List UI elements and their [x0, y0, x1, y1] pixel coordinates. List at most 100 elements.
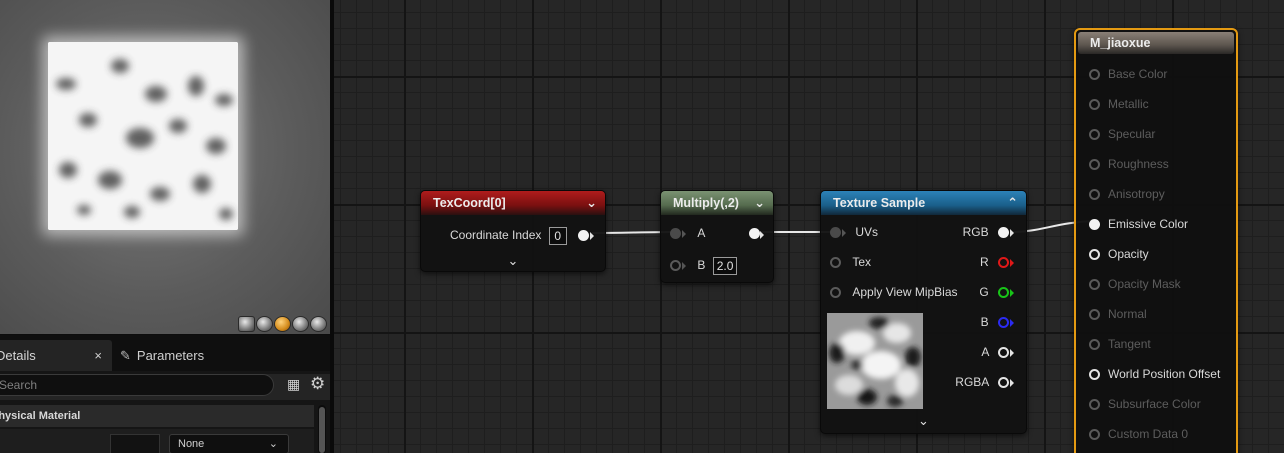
- output-r-label: R: [979, 255, 989, 269]
- result-pin-label: Roughness: [1108, 157, 1169, 171]
- coordinate-index-value[interactable]: 0: [548, 226, 567, 245]
- multiply-input-b-row: B 2.0: [670, 255, 738, 275]
- details-scrollbar[interactable]: [318, 405, 326, 453]
- output-a-row: A: [981, 342, 1014, 362]
- chevron-down-icon[interactable]: ⌄: [754, 191, 765, 215]
- details-panel: Details × ✎ Parameters Search ▦ ⚙ Physic…: [0, 334, 330, 453]
- result-pin-row: Specular: [1089, 124, 1155, 144]
- result-pin-row: Tangent: [1089, 334, 1151, 354]
- output-pin-a[interactable]: [998, 347, 1009, 359]
- input-a-label: A: [697, 226, 706, 240]
- sphere-icon[interactable]: [256, 316, 273, 332]
- scrollbar-thumb[interactable]: [319, 407, 325, 453]
- table-view-icon[interactable]: ▦: [287, 377, 301, 391]
- result-pin-row: Custom Data 0: [1089, 424, 1188, 444]
- result-pin-label: Specular: [1108, 127, 1156, 141]
- input-pin-uvs[interactable]: [830, 227, 841, 239]
- multiply-output-pin[interactable]: [749, 228, 760, 239]
- teapot-icon[interactable]: [310, 316, 327, 332]
- result-pin-row: Opacity: [1089, 244, 1149, 264]
- output-b-label: B: [980, 315, 989, 329]
- material-preview-viewport[interactable]: [0, 0, 330, 334]
- output-g-label: G: [979, 285, 989, 299]
- output-pin-r[interactable]: [998, 257, 1009, 269]
- output-arrow-icon: [1010, 258, 1014, 267]
- texture-thumbnail[interactable]: [827, 313, 923, 409]
- input-pin[interactable]: [1089, 129, 1100, 141]
- input-b-value[interactable]: 2.0: [712, 256, 738, 275]
- material-graph-canvas[interactable]: TexCoord[0] ⌄ Coordinate Index 0 ⌄ Multi…: [334, 0, 1284, 453]
- result-pin-label: Metallic: [1108, 97, 1149, 111]
- expand-chevron-icon[interactable]: ⌄: [821, 413, 1026, 429]
- section-physical-material[interactable]: Physical Material: [0, 405, 314, 427]
- asset-thumbnail[interactable]: [110, 434, 160, 453]
- output-rgb-label: RGB: [962, 225, 989, 239]
- cylinder-icon[interactable]: [238, 316, 255, 332]
- node-result-header[interactable]: M_jiaoxue: [1078, 32, 1234, 54]
- input-tex-label: Tex: [852, 255, 872, 269]
- result-pin-row: Subsurface Color: [1089, 394, 1201, 414]
- node-texture-sample-title: Texture Sample: [833, 196, 926, 210]
- result-pin-label: Opacity Mask: [1108, 277, 1181, 291]
- result-pin-label: Tangent: [1108, 337, 1151, 351]
- input-pin[interactable]: [1089, 399, 1100, 411]
- chevron-down-icon[interactable]: ⌄: [586, 191, 597, 215]
- output-pin-rgba[interactable]: [998, 377, 1009, 389]
- input-pin[interactable]: [1089, 159, 1100, 171]
- output-pin[interactable]: [578, 230, 590, 242]
- input-pin[interactable]: [1089, 369, 1100, 381]
- property-row: None ⌄: [0, 429, 314, 453]
- preview-shape-toolbar: [238, 316, 327, 332]
- output-a-label: A: [981, 345, 989, 359]
- output-arrow-icon: [760, 231, 764, 239]
- input-pin-tex[interactable]: [830, 257, 841, 269]
- node-texture-sample[interactable]: Texture Sample ⌃ UVs Tex Apply View MipB…: [820, 190, 1027, 434]
- result-pin-row: Metallic: [1089, 94, 1149, 114]
- input-mipbias-row: Apply View MipBias: [830, 282, 958, 302]
- section-title: Physical Material: [0, 410, 81, 422]
- cube-icon[interactable]: [292, 316, 309, 332]
- input-pin[interactable]: [1089, 279, 1100, 291]
- result-pin-row: Base Color: [1089, 64, 1167, 84]
- tab-parameters[interactable]: ✎ Parameters: [114, 340, 274, 371]
- input-pin[interactable]: [1089, 249, 1100, 261]
- input-pin[interactable]: [1089, 309, 1100, 321]
- node-multiply-header[interactable]: Multiply(,2) ⌄: [661, 191, 773, 215]
- input-pin-b[interactable]: [670, 260, 681, 272]
- tab-details[interactable]: Details ×: [0, 340, 112, 371]
- input-pin[interactable]: [1089, 219, 1100, 231]
- output-arrow-icon: [1010, 378, 1014, 387]
- node-material-result[interactable]: M_jiaoxue Base Color Metallic Specular Roug…: [1074, 28, 1238, 453]
- node-texcoord-header[interactable]: TexCoord[0] ⌄: [421, 191, 605, 215]
- coordinate-index-label: Coordinate Index: [450, 228, 542, 242]
- preview-noise-texture: [48, 42, 238, 230]
- plane-icon[interactable]: [274, 316, 291, 332]
- input-uvs-label: UVs: [855, 225, 879, 239]
- search-input[interactable]: Search: [0, 374, 274, 396]
- input-pin[interactable]: [1089, 99, 1100, 111]
- gear-icon[interactable]: ⚙: [310, 375, 325, 393]
- input-pin[interactable]: [1089, 339, 1100, 351]
- input-pin[interactable]: [1089, 69, 1100, 81]
- output-pin-b[interactable]: [998, 317, 1009, 329]
- node-texture-sample-header[interactable]: Texture Sample ⌃: [821, 191, 1026, 215]
- node-texcoord[interactable]: TexCoord[0] ⌄ Coordinate Index 0 ⌄: [420, 190, 606, 272]
- input-pin-mipbias[interactable]: [830, 287, 841, 299]
- node-multiply[interactable]: Multiply(,2) ⌄ A B 2.0: [660, 190, 774, 283]
- close-icon[interactable]: ×: [94, 348, 102, 363]
- input-pin[interactable]: [1089, 429, 1100, 441]
- output-pin-rgb[interactable]: [998, 227, 1009, 239]
- input-pin[interactable]: [1089, 189, 1100, 201]
- output-arrow-icon: [1010, 228, 1014, 237]
- output-arrow-icon: [1010, 318, 1014, 327]
- chevron-up-icon[interactable]: ⌃: [1007, 191, 1018, 215]
- expand-chevron-icon[interactable]: ⌄: [421, 253, 605, 269]
- input-arrow-icon: [842, 228, 846, 237]
- output-arrow-icon: [1010, 348, 1014, 357]
- output-pin-g[interactable]: [998, 287, 1009, 299]
- result-pin-label: Emissive Color: [1108, 217, 1189, 231]
- texcoord-coordinate-index-row: Coordinate Index 0: [450, 225, 595, 245]
- physical-material-select[interactable]: None ⌄: [169, 434, 289, 453]
- input-pin-a[interactable]: [670, 228, 681, 240]
- node-result-title: M_jiaoxue: [1090, 36, 1151, 50]
